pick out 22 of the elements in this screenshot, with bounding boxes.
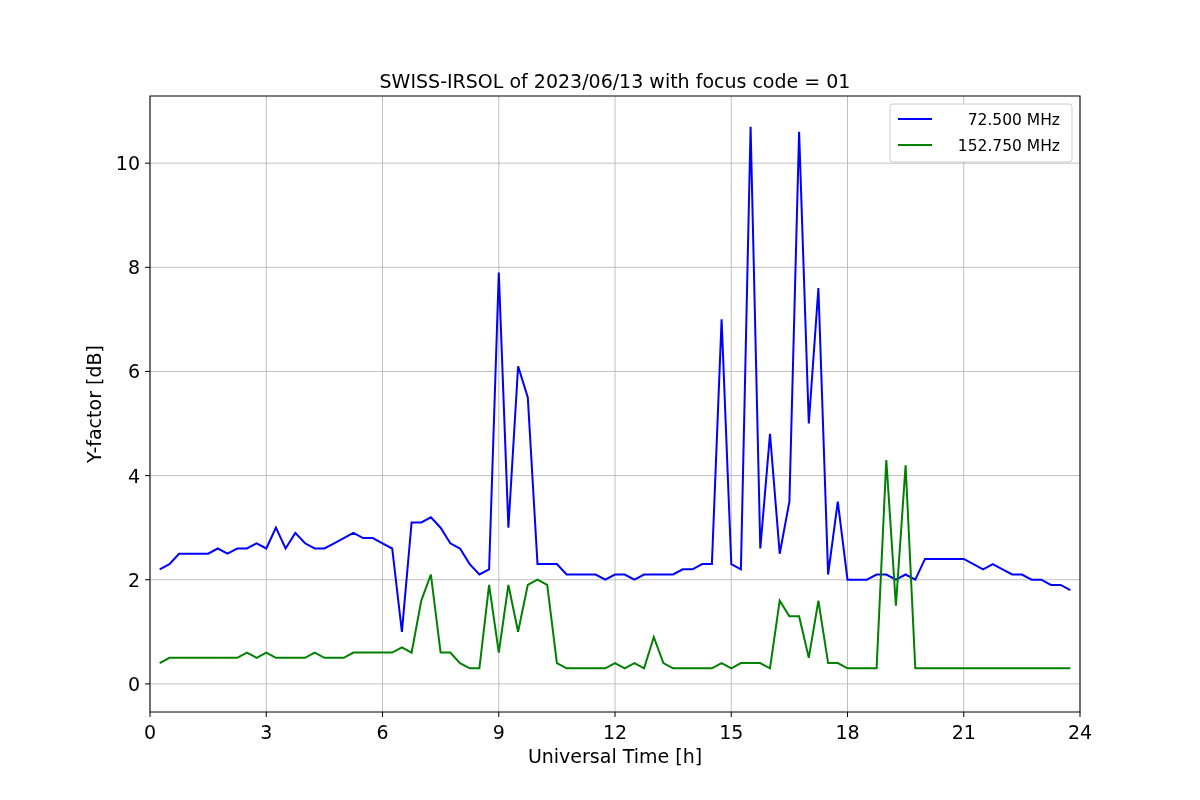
x-tick-label: 21 bbox=[951, 721, 976, 743]
legend-line bbox=[897, 144, 933, 146]
x-tick-label: 12 bbox=[602, 721, 628, 743]
y-tick-label: 0 bbox=[127, 672, 140, 695]
y-tick-label: 6 bbox=[127, 360, 140, 383]
x-tick-label: 24 bbox=[1067, 721, 1093, 743]
y-tick-label: 10 bbox=[115, 152, 140, 175]
x-tick-label: 6 bbox=[376, 721, 389, 743]
x-tick-label: 18 bbox=[835, 721, 860, 743]
y-tick-label: 8 bbox=[127, 256, 140, 279]
x-tick-label: 15 bbox=[719, 721, 744, 743]
chart-title: SWISS-IRSOL of 2023/06/13 with focus code = 01 bbox=[379, 70, 851, 92]
x-tick-label: 0 bbox=[143, 721, 157, 743]
legend-label: 72.500 MHz bbox=[967, 111, 1060, 129]
y-tick-label: 4 bbox=[127, 464, 140, 487]
x-tick-label: 3 bbox=[260, 721, 273, 743]
y-axis-label: Y-factor [dB] bbox=[83, 345, 105, 463]
x-axis-label: Universal Time [h] bbox=[527, 745, 703, 767]
legend-label: 152.750 MHz bbox=[957, 137, 1060, 155]
legend-line bbox=[897, 118, 933, 120]
y-tick-label: 2 bbox=[127, 568, 140, 591]
x-tick-label: 9 bbox=[492, 721, 505, 743]
